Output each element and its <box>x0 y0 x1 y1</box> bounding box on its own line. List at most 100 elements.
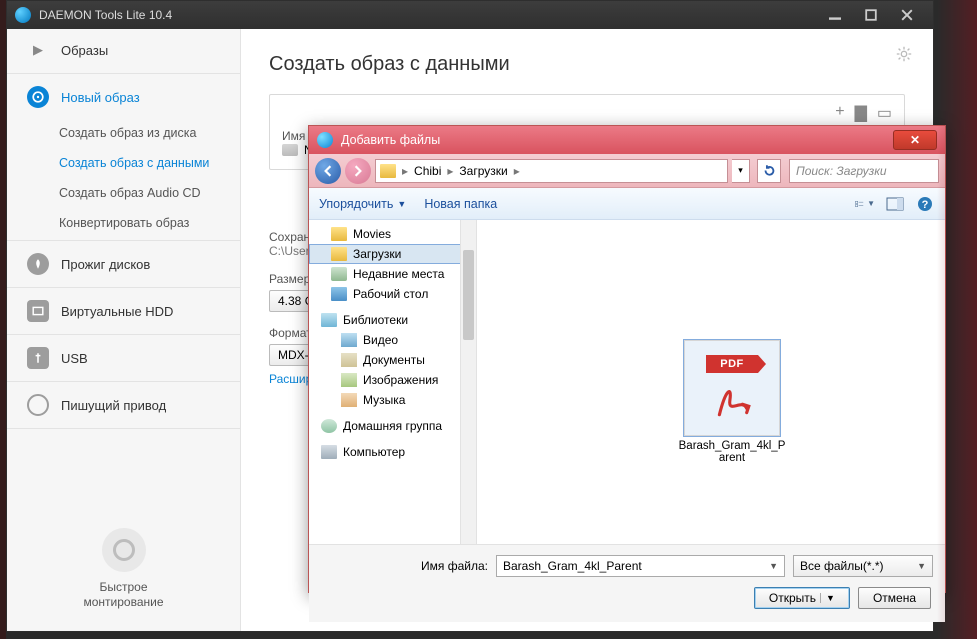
chevron-down-icon: ▼ <box>917 561 926 571</box>
open-button[interactable]: Открыть ▼ <box>754 587 850 609</box>
tree-item-documents[interactable]: Документы <box>309 350 476 370</box>
app-title: DAEMON Tools Lite 10.4 <box>39 8 172 22</box>
advanced-link[interactable]: Расшир <box>269 372 312 386</box>
tree-item-movies[interactable]: Movies <box>309 224 476 244</box>
chevron-down-icon: ▼ <box>820 593 835 603</box>
close-button[interactable] <box>889 4 925 26</box>
sidebar-item-burn[interactable]: Прожиг дисков <box>7 243 240 285</box>
sidebar-item-new-image[interactable]: Новый образ <box>7 76 240 118</box>
dialog-close-button[interactable]: ✕ <box>893 130 937 150</box>
tree-group-libraries[interactable]: Библиотеки <box>309 310 476 330</box>
quick-mount-icon <box>102 528 146 572</box>
pdf-icon <box>711 379 753 421</box>
dialog-titlebar[interactable]: Добавить файлы ✕ <box>309 126 945 154</box>
pdf-badge: PDF <box>706 355 758 373</box>
disc-icon <box>27 86 49 108</box>
tree-item-video[interactable]: Видео <box>309 330 476 350</box>
sidebar-sub-with-data[interactable]: Создать образ с данными <box>7 148 240 178</box>
filename-label: Имя файла: <box>421 559 488 573</box>
preview-pane-button[interactable] <box>885 195 905 213</box>
dialog-title: Добавить файлы <box>341 133 440 147</box>
dialog-nav: ▸ Chibi ▸ Загрузки ▸ ▾ Поиск: Загрузки <box>309 154 945 188</box>
breadcrumb[interactable]: ▸ Chibi ▸ Загрузки ▸ <box>375 159 728 183</box>
add-folder-icon[interactable]: ▇ <box>855 103 867 123</box>
folder-icon <box>331 227 347 241</box>
filename-input[interactable]: Barash_Gram_4kl_Parent ▼ <box>496 555 785 577</box>
tree-item-desktop[interactable]: Рабочий стол <box>309 284 476 304</box>
add-file-button[interactable]: + <box>835 103 844 123</box>
sidebar-item-usb[interactable]: USB <box>7 337 240 379</box>
tree-scrollbar[interactable] <box>460 220 476 544</box>
documents-icon <box>341 353 357 367</box>
sidebar-item-images[interactable]: ▶ Образы <box>7 29 240 71</box>
maximize-button[interactable] <box>853 4 889 26</box>
sidebar-sub-from-disc[interactable]: Создать образ из диска <box>7 118 240 148</box>
page-title: Создать образ с данными <box>269 53 905 76</box>
help-button[interactable]: ? <box>915 195 935 213</box>
desktop-icon <box>331 287 347 301</box>
breadcrumb-seg[interactable]: Загрузки <box>459 164 507 178</box>
tree-group-homegroup[interactable]: Домашняя группа <box>309 416 476 436</box>
usb-icon <box>27 347 49 369</box>
titlebar[interactable]: DAEMON Tools Lite 10.4 <box>7 1 933 29</box>
breadcrumb-seg[interactable]: Chibi <box>414 164 441 178</box>
recent-icon <box>331 267 347 281</box>
nav-forward-button[interactable] <box>345 158 371 184</box>
quick-mount[interactable]: Быстрое монтирование <box>7 514 240 631</box>
sidebar-sub-convert[interactable]: Конвертировать образ <box>7 208 240 238</box>
filetype-select[interactable]: Все файлы(*.*) ▼ <box>793 555 933 577</box>
sidebar-sub-audio[interactable]: Создать образ Audio CD <box>7 178 240 208</box>
organize-menu[interactable]: Упорядочить▼ <box>319 197 406 211</box>
tree-group-computer[interactable]: Компьютер <box>309 442 476 462</box>
sidebar-item-writer[interactable]: Пишущий привод <box>7 384 240 426</box>
dialog-toolbar: Упорядочить▼ Новая папка ▼ ? <box>309 188 945 220</box>
breadcrumb-dropdown[interactable]: ▾ <box>732 159 750 183</box>
file-dialog: Добавить файлы ✕ ▸ Chibi ▸ Загрузки ▸ ▾ … <box>308 125 946 593</box>
music-icon <box>341 393 357 407</box>
sidebar-item-vhdd[interactable]: Виртуальные HDD <box>7 290 240 332</box>
sidebar-label: Прожиг дисков <box>61 257 150 272</box>
sidebar-label: Пишущий привод <box>61 398 166 413</box>
nav-back-button[interactable] <box>315 158 341 184</box>
cancel-button[interactable]: Отмена <box>858 587 931 609</box>
sidebar: ▶ Образы Новый образ Создать образ из ди… <box>7 29 241 631</box>
folder-icon <box>331 247 347 261</box>
refresh-button[interactable] <box>757 159 781 183</box>
remove-icon[interactable]: ▭ <box>877 103 892 123</box>
tree-item-recent[interactable]: Недавние места <box>309 264 476 284</box>
tree-item-images[interactable]: Изображения <box>309 370 476 390</box>
folder-icon <box>380 164 396 178</box>
chevron-down-icon: ▼ <box>769 561 778 571</box>
chevron-down-icon: ▼ <box>867 199 875 208</box>
tree-item-music[interactable]: Музыка <box>309 390 476 410</box>
computer-icon <box>321 445 337 459</box>
gear-icon[interactable] <box>895 45 913 68</box>
search-input[interactable]: Поиск: Загрузки <box>789 159 939 183</box>
disc-small-icon <box>282 144 298 156</box>
sidebar-label: USB <box>61 351 88 366</box>
file-thumbnail: PDF <box>684 340 780 436</box>
flame-icon <box>27 253 49 275</box>
chevron-right-icon: ▸ <box>443 164 457 178</box>
file-name: Barash_Gram_4kl_Parent <box>677 440 787 464</box>
file-item-pdf[interactable]: PDF Barash_Gram_4kl_Parent <box>677 340 787 464</box>
chevron-right-icon: ▸ <box>398 164 412 178</box>
images-icon <box>341 373 357 387</box>
app-small-icon <box>317 132 333 148</box>
sidebar-label: Образы <box>61 43 108 58</box>
svg-text:?: ? <box>922 199 929 211</box>
sidebar-label: Новый образ <box>61 90 140 105</box>
new-folder-button[interactable]: Новая папка <box>424 197 497 211</box>
scrollbar-thumb[interactable] <box>463 250 474 340</box>
view-menu[interactable]: ▼ <box>855 195 875 213</box>
folder-tree[interactable]: Movies Загрузки Недавние места Рабочий с… <box>309 220 477 544</box>
minimize-button[interactable] <box>817 4 853 26</box>
file-list[interactable]: PDF Barash_Gram_4kl_Parent <box>477 220 945 544</box>
drive-icon <box>27 394 49 416</box>
hdd-icon <box>27 300 49 322</box>
chevron-down-icon: ▼ <box>397 199 406 209</box>
video-icon <box>341 333 357 347</box>
filename-value: Barash_Gram_4kl_Parent <box>503 559 642 573</box>
quick-mount-label: Быстрое монтирование <box>7 580 240 611</box>
tree-item-downloads[interactable]: Загрузки <box>309 244 476 264</box>
